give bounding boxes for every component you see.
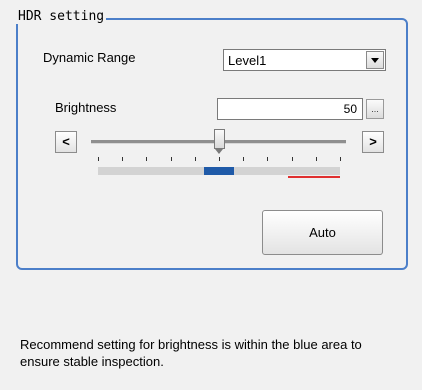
dynamic-range-select[interactable]: Level1 [223,49,386,71]
warning-range-line [288,176,340,178]
dynamic-range-label: Dynamic Range [43,50,136,65]
recommendation-message: Recommend setting for brightness is with… [20,337,362,369]
slider-tick [291,157,293,161]
slider-tick [340,157,341,161]
auto-button[interactable]: Auto [262,210,383,255]
slider-tick [122,157,124,161]
slider-tick [315,157,317,161]
dynamic-range-value: Level1 [228,53,267,68]
brightness-slider-thumb[interactable] [213,129,225,154]
chevron-down-icon[interactable] [366,51,384,69]
brightness-decrement-button[interactable]: < [55,131,77,153]
brightness-input[interactable]: 50 [217,98,363,120]
slider-tick [146,157,148,161]
brightness-more-button[interactable]: ... [366,99,384,119]
slider-tick [170,157,172,161]
recommended-range-bar [98,167,340,175]
slider-tick [194,157,196,161]
brightness-value: 50 [343,102,357,116]
brightness-label: Brightness [55,100,117,115]
slider-tick [98,157,99,161]
recommended-range-band [204,167,234,175]
brightness-increment-button[interactable]: > [362,131,384,153]
slider-tick [243,157,245,161]
slider-tick [267,157,269,161]
hdr-setting-title: HDR setting [16,9,107,24]
slider-tick [219,157,220,161]
